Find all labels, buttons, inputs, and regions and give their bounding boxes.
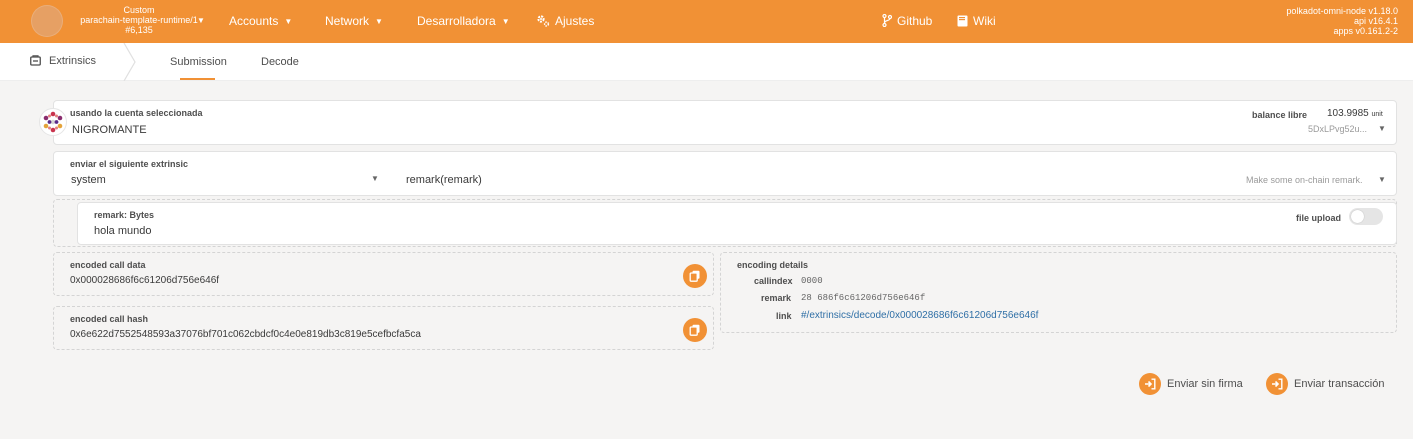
file-upload-label: file upload [1296,213,1341,223]
chevron-down-icon: ▼ [1378,124,1386,133]
active-tab-indicator [180,78,215,80]
chain-block: #6,135 [125,25,153,35]
nav-network[interactable]: Network ▼ [325,14,383,28]
balance-value: 103.9985 unit [1327,108,1383,119]
sign-in-icon [1266,373,1288,395]
extrinsic-selector [53,151,1397,196]
chevron-down-icon: ▼ [284,17,293,26]
nav-settings[interactable]: Ajustes [536,14,594,30]
remark-detail-label: remark [761,293,792,303]
call-description: Make some on-chain remark. [1246,175,1363,185]
account-name: NIGROMANTE [72,124,147,136]
account-address: 5DxLPvg52u... [1308,124,1368,134]
remark-label: remark: Bytes [94,210,155,220]
github-link[interactable]: Github [882,13,933,30]
balance-label: balance libre [1252,110,1308,120]
call-data-value: 0x000028686f6c61206d756e646f [70,275,220,286]
top-bar: Custom parachain-template-runtime/1 #6,1… [0,0,1413,43]
chevron-down-icon: ▼ [371,174,379,183]
nav-accounts-label: Accounts [229,14,279,28]
tab-bar: Extrinsics Submission Decode [0,43,1413,81]
remark-detail-value: 28 686f6c61206d756e646f [801,293,926,303]
section-title: Extrinsics [30,55,96,67]
wiki-label: Wiki [973,14,996,28]
toggle-knob [1351,210,1364,223]
node-version-info: polkadot-omni-node v1.18.0 api v16.4.1 a… [1286,6,1398,36]
chevron-down-icon: ▼ [375,17,383,26]
breadcrumb-divider [123,43,136,81]
submit-unsigned-button[interactable]: Enviar sin firma [1139,373,1243,395]
call-data-label: encoded call data [70,260,146,270]
encoding-details-title: encoding details [737,260,809,270]
submit-transaction-label: Enviar transacción [1294,378,1385,390]
account-selector[interactable] [53,100,1397,145]
extrinsic-label: enviar el siguiente extrinsic [70,159,189,169]
call-hash-value: 0x6e622d7552548593a37076bf701c062cbdcf0c… [70,329,421,340]
copy-call-hash-button[interactable] [683,318,707,342]
node-name: polkadot-omni-node v1.18.0 [1286,6,1398,16]
encoded-call-data [53,252,714,296]
api-version: api v16.4.1 [1353,16,1398,26]
book-icon [957,15,968,30]
submit-transaction-button[interactable]: Enviar transacción [1266,373,1385,395]
tab-submission[interactable]: Submission [170,56,227,68]
tab-decode[interactable]: Decode [261,56,299,68]
fork-icon [882,13,893,30]
chain-logo[interactable] [31,5,63,37]
remark-input[interactable] [77,202,1397,245]
account-identicon [39,108,67,136]
chain-name: Custom [123,5,155,15]
encoded-call-hash [53,306,714,350]
wiki-link[interactable]: Wiki [957,14,996,30]
balance-unit: unit [1371,111,1383,118]
balance-amount: 103.9985 [1327,108,1369,119]
gear-icon [536,14,550,30]
copy-icon [689,324,700,336]
call-dropdown[interactable]: remark(remark) [406,174,482,186]
sign-in-icon [1139,373,1161,395]
callindex-label: callindex [754,276,793,286]
chain-runtime: parachain-template-runtime/1 [80,15,198,25]
call-hash-label: encoded call hash [70,314,149,324]
link-label: link [776,311,792,321]
copy-icon [689,270,700,282]
nav-developer-label: Desarrolladora [417,14,496,28]
chevron-down-icon: ▼ [1378,175,1386,184]
account-label: usando la cuenta seleccionada [70,108,203,118]
remark-value[interactable]: hola mundo [94,225,152,237]
callindex-value: 0000 [801,276,823,286]
pallet-dropdown[interactable]: system [71,174,106,186]
submit-unsigned-label: Enviar sin firma [1167,378,1243,390]
chevron-down-icon: ▼ [197,16,205,25]
nav-developer[interactable]: Desarrolladora ▼ [417,14,510,28]
nav-network-label: Network [325,14,370,28]
chevron-down-icon: ▼ [501,17,510,26]
nav-accounts[interactable]: Accounts ▼ [229,14,292,28]
chain-selector[interactable]: Custom parachain-template-runtime/1 #6,1… [64,5,214,35]
decode-link[interactable]: #/extrinsics/decode/0x000028686f6c61206d… [801,310,1038,321]
nav-settings-label: Ajustes [555,14,595,28]
apps-version: apps v0.161.2-2 [1333,26,1398,36]
copy-call-data-button[interactable] [683,264,707,288]
file-upload-toggle[interactable] [1349,208,1383,225]
extrinsics-icon [30,55,41,66]
github-label: Github [897,14,933,28]
section-title-label: Extrinsics [49,55,97,67]
